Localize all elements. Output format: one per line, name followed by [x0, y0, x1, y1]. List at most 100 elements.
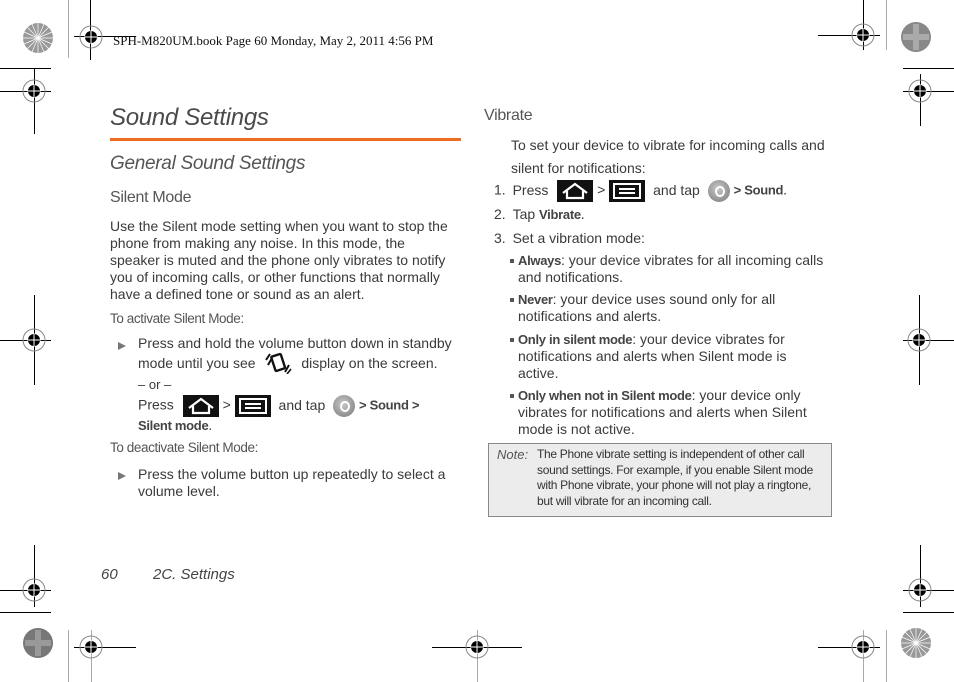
text: .	[580, 206, 585, 222]
menu-path: > Sound	[733, 182, 784, 198]
text: vibrates for notifications and alerts wh…	[518, 404, 807, 420]
registration-crosshair-icon	[908, 578, 932, 602]
registration-star-icon	[23, 23, 53, 53]
text: mode is not active.	[518, 421, 635, 437]
registration-crosshair-icon	[22, 578, 46, 602]
bold-text: Vibrate	[539, 207, 581, 222]
bold-text: Silent mode	[138, 418, 209, 433]
section-heading: General Sound Settings	[110, 153, 306, 174]
text: Press	[138, 396, 174, 413]
text: sound settings. For example, if you enab…	[537, 462, 813, 477]
registration-crosshair-icon	[465, 635, 489, 659]
intro-line: speaker is muted and the phone only vibr…	[110, 252, 446, 268]
text: >	[222, 396, 231, 413]
step-number: 1.	[494, 181, 506, 198]
note-label: Note:	[497, 447, 529, 462]
registration-crosshair-icon	[22, 79, 46, 103]
menu-key-icon	[609, 180, 646, 202]
square-bullet-icon	[510, 298, 514, 303]
step-number: 3.	[494, 230, 506, 246]
text: : your device vibrates for	[632, 331, 785, 347]
text: but will vibrate for an incoming call.	[537, 493, 712, 508]
registration-crosshair-icon	[79, 25, 103, 49]
text: .	[208, 417, 213, 433]
registration-star-icon	[901, 628, 931, 658]
text: notifications and alerts when Silent mod…	[518, 348, 787, 364]
page-title: Sound Settings	[110, 104, 269, 131]
registration-crosshair-icon	[22, 328, 46, 352]
text: : your device uses sound only for all	[552, 291, 776, 307]
text: notifications and alerts.	[518, 308, 662, 324]
activate-step-line2: mode until you see display on the screen…	[138, 352, 438, 375]
mode-only-in-silent: Only in silent mode: your device vibrate…	[510, 331, 840, 382]
text: : your device vibrates for all incoming …	[561, 252, 824, 268]
silent-mode-option: Silent mode.	[138, 417, 212, 435]
menu-key-icon	[234, 395, 271, 417]
vibrate-heading: Vibrate	[484, 107, 533, 124]
note-box: Note: The Phone vibrate setting is indep…	[488, 443, 832, 517]
bullet-arrow-icon	[118, 342, 126, 350]
square-bullet-icon	[510, 338, 514, 343]
text: and tap	[278, 396, 326, 413]
text: To set your device to vibrate for incomi…	[511, 137, 825, 153]
settings-icon	[333, 395, 356, 417]
text: Press	[512, 181, 549, 198]
footer-section: 2C. Settings	[153, 566, 235, 583]
registration-crosshair-icon	[851, 635, 875, 659]
text: and notifications.	[518, 269, 624, 285]
registration-crosshair-icon	[908, 79, 932, 103]
text: active.	[518, 365, 559, 381]
registration-star-icon	[23, 628, 53, 658]
vibrate-step-1: 1. Press > and tap > Sound.	[494, 180, 787, 202]
menu-path: > Sound >	[359, 397, 420, 413]
activate-alt-step: Press > and tap > Sound >	[138, 395, 420, 417]
text: display on the screen.	[301, 355, 438, 371]
registration-crosshair-icon	[851, 23, 875, 47]
vibrate-intro: To set your device to vibrate for incomi…	[511, 134, 825, 180]
silent-mode-intro: Use the Silent mode setting when you wan…	[110, 218, 470, 303]
text: .	[783, 181, 788, 198]
square-bullet-icon	[510, 259, 514, 264]
mode-name: Always	[518, 253, 562, 268]
mode-never: Never: your device uses sound only for a…	[510, 291, 840, 325]
home-key-icon	[557, 180, 594, 202]
activate-step-line1: Press and hold the volume button down in…	[138, 335, 452, 351]
title-rule	[110, 138, 461, 141]
silent-mode-heading: Silent Mode	[110, 189, 192, 206]
text: Press the volume button up repeatedly to…	[138, 466, 446, 482]
mode-name: Never	[518, 292, 553, 307]
home-key-icon	[182, 395, 219, 417]
mode-only-when-not-silent: Only when not in Silent mode: your devic…	[510, 387, 840, 438]
note-text: The Phone vibrate setting is independent…	[537, 447, 827, 509]
intro-line: Use the Silent mode setting when you wan…	[110, 218, 448, 234]
text: volume level.	[138, 483, 220, 499]
activate-label: To activate Silent Mode:	[110, 311, 244, 326]
registration-crosshair-icon	[79, 635, 103, 659]
registration-star-icon	[901, 22, 931, 52]
or-separator: – or –	[138, 377, 172, 392]
text: silent for notifications:	[511, 160, 646, 176]
text: and tap	[653, 181, 700, 198]
page-number: 60	[101, 566, 118, 583]
vibrate-icon	[265, 352, 293, 375]
intro-line: have a defined tone or sound as an alert…	[110, 286, 365, 302]
text: The Phone vibrate setting is independent…	[537, 447, 805, 461]
intro-line: you of incoming calls, or other function…	[110, 269, 440, 285]
registration-crosshair-icon	[907, 328, 931, 352]
text: Set a vibration mode:	[512, 230, 645, 246]
settings-icon	[707, 180, 730, 202]
square-bullet-icon	[510, 394, 514, 399]
text: >	[597, 181, 606, 198]
print-header: SPH-M820UM.book Page 60 Monday, May 2, 2…	[113, 33, 434, 48]
mode-name: Only when not in Silent mode	[518, 388, 692, 403]
step-number: 2.	[494, 206, 506, 222]
text: with Phone vibrate, your phone will not …	[537, 478, 812, 492]
vibrate-step-3: 3. Set a vibration mode:	[494, 230, 645, 247]
text: mode until you see	[138, 355, 256, 371]
bullet-arrow-icon	[118, 472, 126, 480]
text: Tap	[512, 206, 536, 222]
vibrate-step-2: 2. Tap Vibrate.	[494, 206, 585, 223]
mode-always: Always: your device vibrates for all inc…	[510, 252, 840, 286]
mode-name: Only in silent mode	[518, 332, 633, 347]
intro-line: phone from making any noise. In this mod…	[110, 235, 405, 251]
